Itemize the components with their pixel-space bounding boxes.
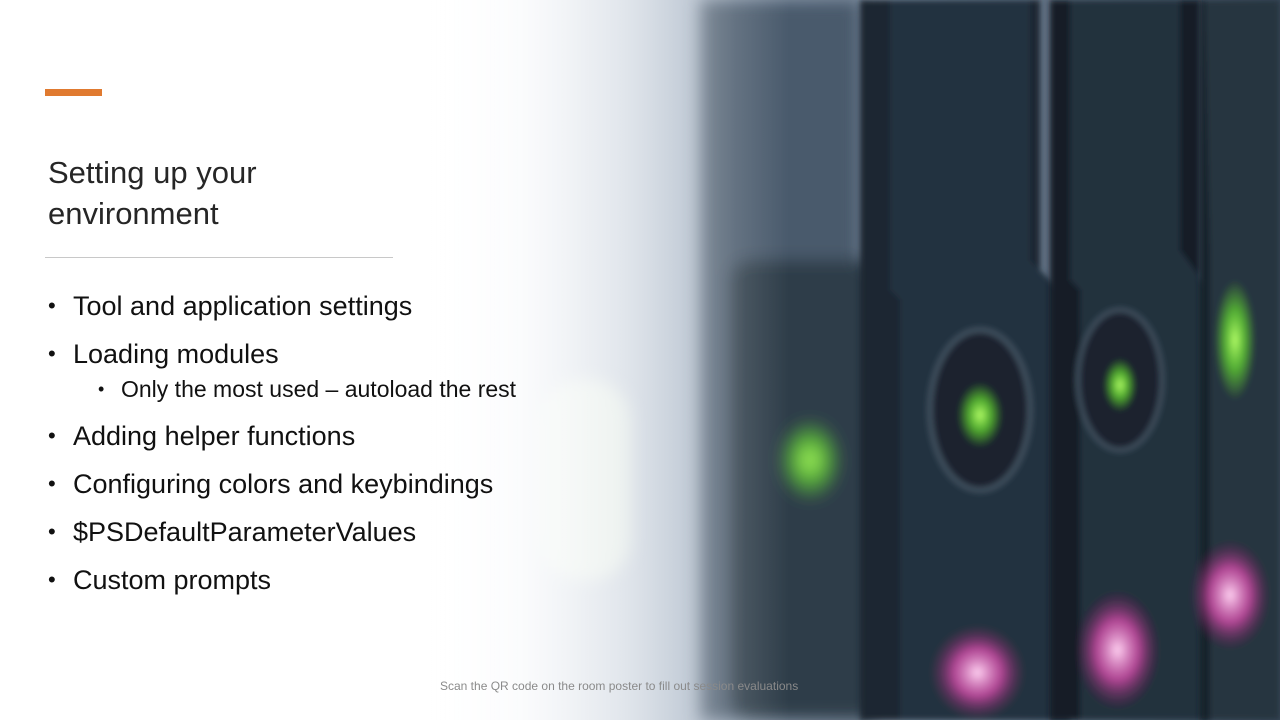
bullet-dot: • — [48, 519, 56, 544]
bullet-dot: • — [48, 423, 56, 448]
bullet-text: Tool and application settings — [73, 291, 413, 321]
bullet-text: Configuring colors and keybindings — [73, 469, 494, 499]
sub-bullet-text: Only the most used – autoload the rest — [121, 376, 517, 402]
bullet-item: • Loading modules — [48, 334, 516, 374]
bullet-dot: • — [98, 379, 105, 399]
title-line: environment — [48, 196, 219, 231]
server-rack-photo — [430, 0, 1280, 720]
bullet-item: • $PSDefaultParameterValues — [48, 512, 516, 552]
slide-title: Setting up your environment — [48, 152, 408, 234]
bullet-dot: • — [48, 471, 56, 496]
bullet-text: $PSDefaultParameterValues — [73, 517, 417, 547]
title-divider — [45, 257, 393, 258]
bullet-text: Custom prompts — [73, 565, 272, 595]
bullet-text: Loading modules — [73, 339, 279, 369]
footer-note: Scan the QR code on the room poster to f… — [440, 679, 799, 693]
bullet-dot: • — [48, 293, 56, 318]
bullet-item: • Custom prompts — [48, 560, 516, 600]
accent-bar — [45, 89, 102, 96]
bullet-item: • Tool and application settings — [48, 286, 516, 326]
bullet-item: • Adding helper functions — [48, 416, 516, 456]
sub-bullet-item: • Only the most used – autoload the rest — [48, 372, 516, 406]
bullet-dot: • — [48, 341, 56, 366]
bullet-text: Adding helper functions — [73, 421, 356, 451]
bullet-dot: • — [48, 567, 56, 592]
title-line: Setting up your — [48, 155, 257, 190]
bullet-list: • Tool and application settings • Loadin… — [48, 286, 516, 608]
bullet-item: • Configuring colors and keybindings — [48, 464, 516, 504]
slide: Setting up your environment • Tool and a… — [0, 0, 1280, 720]
